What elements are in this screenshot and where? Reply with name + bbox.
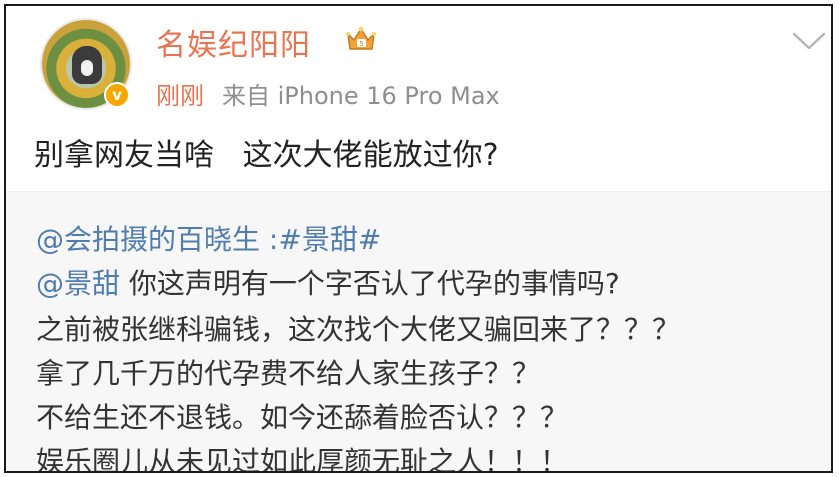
- verified-badge-icon: v: [104, 82, 130, 108]
- repost-line-2-text: 你这声明有一个字否认了代孕的事情吗?: [120, 267, 620, 300]
- chevron-down-icon[interactable]: [792, 30, 826, 52]
- post-header: v 名娱纪阳阳 5 刚刚 来自 iPhone 16 Pro Max 别拿网友当啥 …: [6, 6, 831, 191]
- repost-hashtag[interactable]: #景甜#: [278, 223, 381, 256]
- post-source: 来自 iPhone 16 Pro Max: [222, 82, 500, 110]
- repost-line-2: @景甜 你这声明有一个字否认了代孕的事情吗?: [36, 262, 620, 302]
- repost-line-3: 之前被张继科骗钱，这次找个大佬又骗回来了？？？: [36, 313, 681, 346]
- username[interactable]: 名娱纪阳阳: [156, 20, 311, 64]
- post-time: 刚刚: [156, 82, 204, 110]
- avatar-dog-face: [72, 46, 102, 84]
- repost-author-separator: :: [268, 223, 279, 256]
- repost-author-line: @会拍摄的百晓生 :#景甜#: [36, 218, 381, 258]
- reposted-content[interactable]: @会拍摄的百晓生 :#景甜# @景甜 你这声明有一个字否认了代孕的事情吗? 之前…: [6, 191, 831, 473]
- crown-icon: 5: [346, 26, 376, 50]
- weibo-post-card: v 名娱纪阳阳 5 刚刚 来自 iPhone 16 Pro Max 别拿网友当啥 …: [4, 4, 833, 473]
- post-text: 别拿网友当啥 这次大佬能放过你?: [34, 138, 499, 173]
- repost-line-6: 娱乐圈儿从未见过如此厚颜无耻之人！！！: [36, 445, 569, 473]
- svg-text:5: 5: [360, 41, 364, 48]
- repost-mention-jingtian[interactable]: @景甜: [36, 267, 120, 300]
- post-meta: 刚刚 来自 iPhone 16 Pro Max: [156, 76, 500, 111]
- repost-line-4: 拿了几千万的代孕费不给人家生孩子？？: [36, 357, 541, 390]
- repost-line-5: 不给生还不退钱。如今还舔着脸否认？？？: [36, 401, 569, 434]
- repost-author-mention[interactable]: @会拍摄的百晓生: [36, 223, 260, 256]
